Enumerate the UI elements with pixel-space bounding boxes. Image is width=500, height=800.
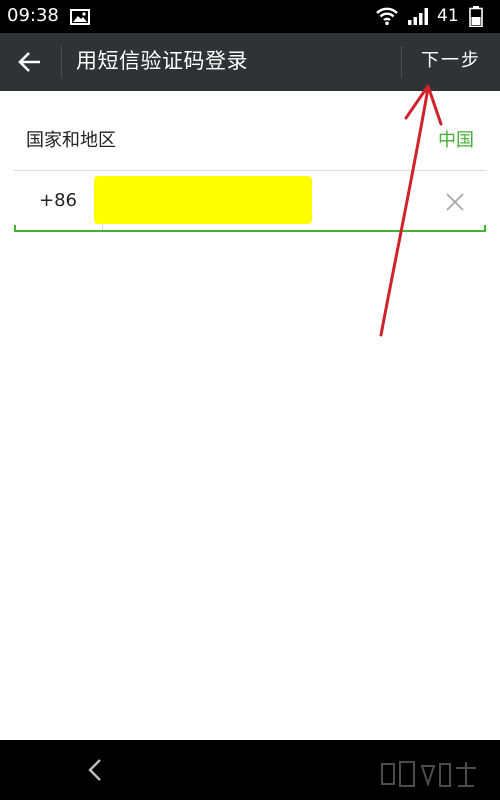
back-button[interactable] [10, 42, 50, 82]
status-time: 09:38 [7, 5, 59, 26]
battery-level: 41 [437, 6, 459, 26]
header-divider-right [401, 46, 402, 78]
country-region-value[interactable]: 中国 [438, 128, 474, 154]
nav-back-button[interactable] [78, 752, 114, 788]
country-region-row[interactable]: 国家和地区 中国 [14, 112, 486, 171]
gallery-icon [70, 9, 90, 25]
signal-icon [408, 8, 428, 25]
page-title: 用短信验证码登录 [76, 49, 248, 73]
next-step-label: 下一步 [421, 50, 481, 71]
header-divider-left [61, 46, 62, 78]
country-code[interactable]: +86 [14, 171, 102, 230]
phone-number-row: +86 [14, 171, 486, 232]
wifi-icon [376, 7, 398, 26]
next-step-button[interactable]: 下一步 [408, 42, 496, 82]
status-bar: 09:38 41 [0, 0, 500, 33]
chevron-left-icon [88, 759, 101, 781]
battery-icon [469, 6, 483, 27]
country-region-label: 国家和地区 [26, 130, 116, 151]
watermark-logo [381, 761, 476, 788]
close-icon[interactable] [442, 189, 468, 215]
phone-number-input[interactable] [94, 176, 312, 224]
arrow-left-icon [18, 52, 40, 72]
action-bar: 用短信验证码登录 下一步 [0, 33, 500, 91]
